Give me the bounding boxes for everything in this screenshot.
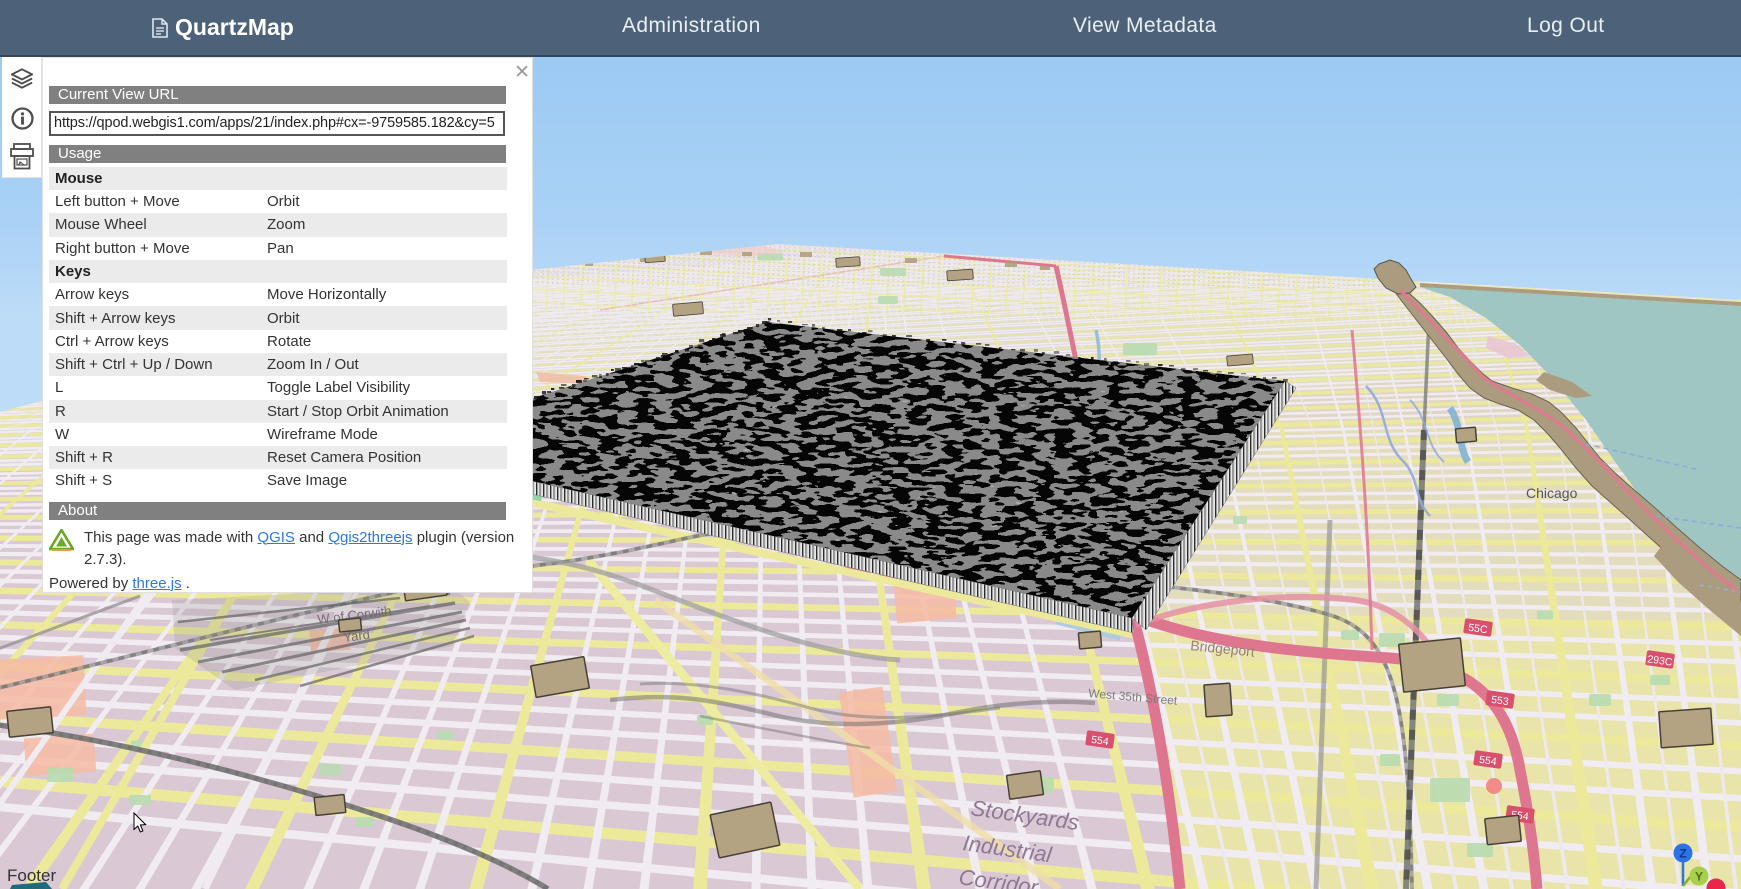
svg-text:554: 554	[1478, 754, 1497, 768]
svg-text:Chicago: Chicago	[1526, 485, 1578, 501]
svg-text:554: 554	[1090, 734, 1109, 748]
svg-text:553: 553	[1490, 694, 1509, 708]
svg-text:Y: Y	[1695, 870, 1703, 884]
svg-text:Z: Z	[1679, 847, 1686, 861]
